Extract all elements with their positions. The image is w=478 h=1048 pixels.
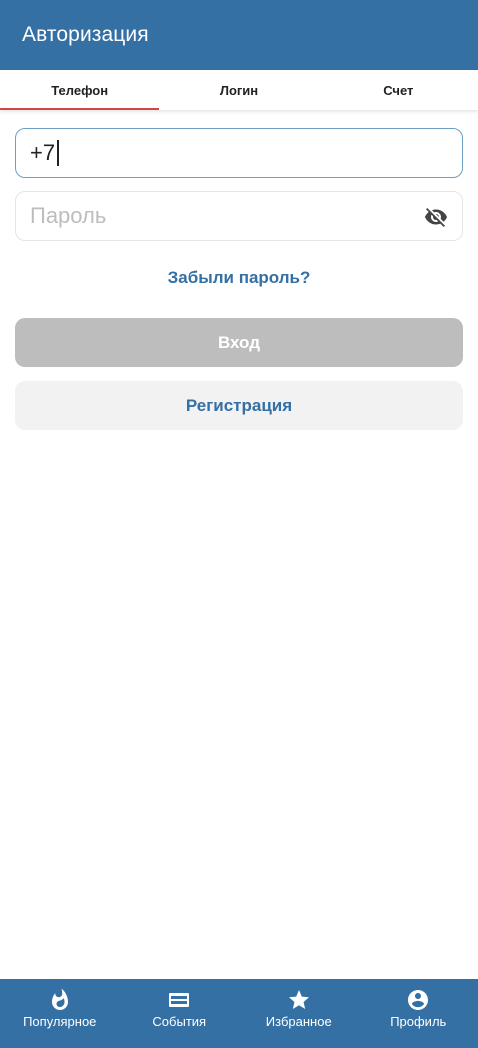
- forgot-password-link[interactable]: Забыли пароль?: [0, 268, 478, 288]
- nav-label-profile: Профиль: [390, 1014, 447, 1029]
- nav-item-popular[interactable]: Популярное: [0, 979, 120, 1048]
- tab-account[interactable]: Счет: [319, 70, 478, 110]
- register-button[interactable]: Регистрация: [15, 381, 463, 430]
- login-button[interactable]: Вход: [15, 318, 463, 367]
- auth-screen: Авторизация Телефон Логин Счет +7 Забыли…: [0, 0, 478, 1048]
- text-caret: [57, 140, 60, 166]
- auth-tabs: Телефон Логин Счет: [0, 70, 478, 110]
- nav-item-events[interactable]: События: [120, 979, 240, 1048]
- tab-login[interactable]: Логин: [159, 70, 318, 110]
- tab-phone[interactable]: Телефон: [0, 70, 160, 110]
- bottom-navigation: Популярное События Избранное Профиль: [0, 979, 478, 1048]
- nav-label-events: События: [152, 1014, 207, 1029]
- star-icon: [288, 990, 309, 1009]
- app-header: Авторизация: [0, 0, 478, 70]
- password-field[interactable]: [15, 191, 463, 241]
- phone-input-value[interactable]: +7: [30, 140, 55, 166]
- ticket-icon: [169, 993, 190, 1007]
- nav-item-favorites[interactable]: Избранное: [239, 979, 359, 1048]
- page-title: Авторизация: [22, 23, 149, 46]
- nav-label-favorites: Избранное: [265, 1014, 332, 1029]
- password-input[interactable]: [30, 192, 410, 240]
- phone-field[interactable]: +7: [15, 128, 463, 178]
- fire-icon: [51, 988, 68, 1010]
- eye-off-icon[interactable]: [424, 205, 448, 229]
- nav-label-popular: Популярное: [23, 1014, 97, 1029]
- account-icon: [408, 990, 429, 1010]
- nav-item-profile[interactable]: Профиль: [359, 979, 478, 1048]
